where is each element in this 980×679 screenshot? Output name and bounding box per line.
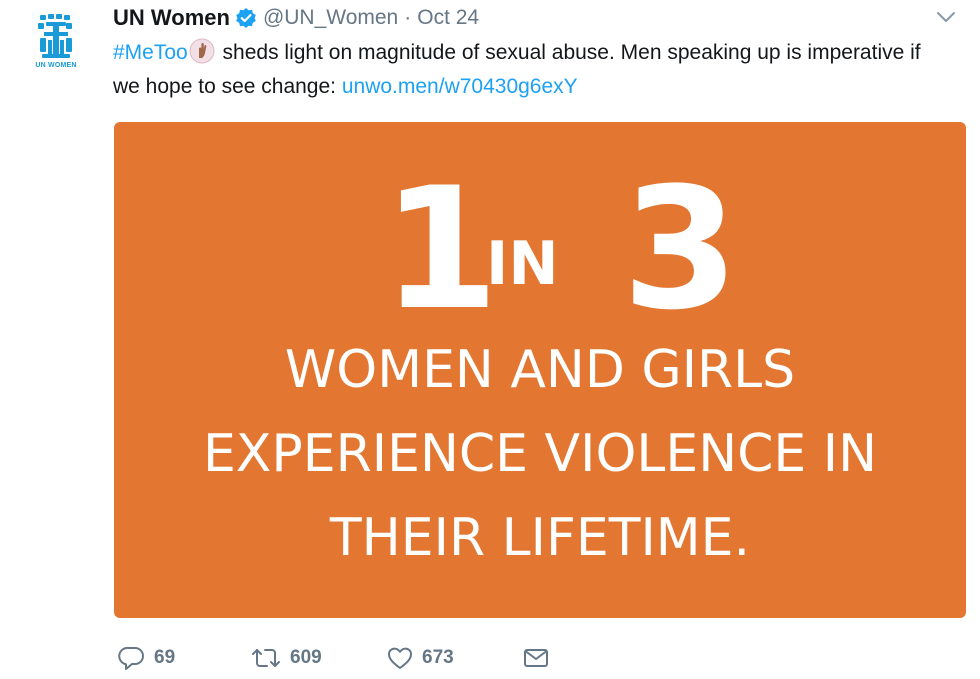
media-image[interactable]: 1 IN 3 WOMEN AND GIRLS EXPERIENCE VIOLEN… — [114, 122, 966, 618]
direct-message-button[interactable] — [522, 642, 550, 674]
retweet-button[interactable]: 609 — [250, 642, 322, 674]
retweet-count: 609 — [290, 647, 322, 668]
stat-numerator: 1 — [382, 151, 499, 347]
headline-line-3: THEIR LIFETIME. — [329, 508, 751, 568]
avatar-label: UN WOMEN — [35, 62, 77, 69]
stat-row: 1 IN 3 — [114, 151, 966, 347]
stat-in-word: IN — [486, 229, 559, 299]
handle[interactable]: @UN_Women — [263, 6, 398, 30]
display-name[interactable]: UN Women — [113, 5, 230, 31]
hashtag-link[interactable]: #MeToo — [113, 41, 188, 64]
headline-line-2: EXPERIENCE VIOLENCE IN — [202, 424, 878, 484]
headline-line-1: WOMEN AND GIRLS — [284, 340, 796, 400]
tweet-card: UN WOMEN UN Women @UN_Women · Oct 24 #Me… — [0, 0, 980, 679]
like-button[interactable]: 673 — [386, 642, 454, 674]
tweet-header: UN Women @UN_Women · Oct 24 — [113, 4, 479, 32]
direct-message-icon — [524, 649, 548, 667]
separator-dot: · — [404, 6, 412, 29]
verified-badge-icon — [235, 7, 257, 29]
url-link[interactable]: unwo.men/w70430g6exY — [342, 75, 578, 98]
like-count: 673 — [422, 647, 454, 668]
tweet-date[interactable]: Oct 24 — [417, 6, 479, 30]
raised-hand-emoji-icon — [189, 38, 215, 64]
retweet-icon — [252, 649, 280, 667]
chevron-down-icon[interactable] — [936, 10, 956, 24]
stat-denominator: 3 — [622, 151, 739, 347]
reply-icon — [118, 646, 144, 670]
like-icon — [388, 647, 412, 669]
tweet-text: #MeToo sheds light on magnitude of sexua… — [113, 36, 953, 104]
reply-count: 69 — [154, 647, 176, 668]
reply-button[interactable]: 69 — [118, 642, 175, 674]
un-women-logo-icon — [38, 14, 72, 58]
